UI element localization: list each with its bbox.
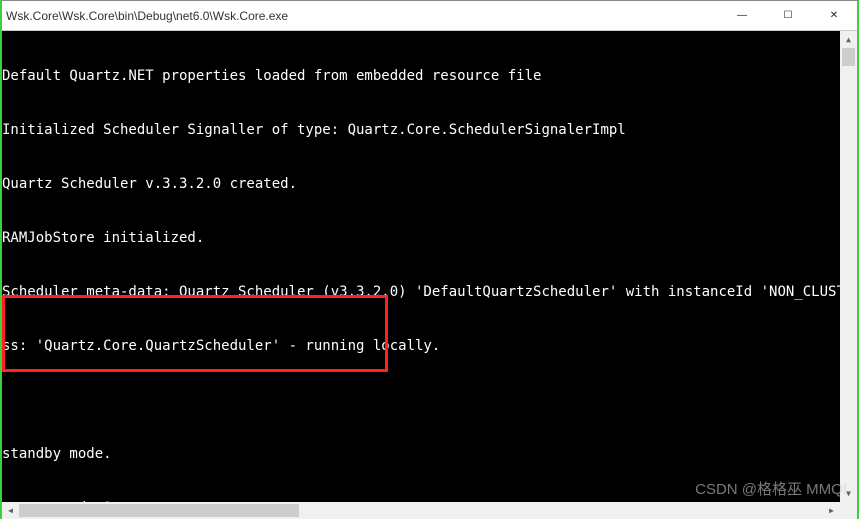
- console-line: [2, 391, 840, 409]
- scroll-track-v[interactable]: [840, 48, 857, 485]
- scrollbar-corner: [840, 502, 857, 519]
- window-title: Wsk.Core\Wsk.Core\bin\Debug\net6.0\Wsk.C…: [2, 9, 719, 23]
- scroll-up-icon[interactable]: ▲: [840, 31, 857, 48]
- console-line: RAMJobStore initialized.: [2, 229, 840, 247]
- console-line: Initialized Scheduler Signaller of type:…: [2, 121, 840, 139]
- maximize-button[interactable]: ☐: [765, 1, 811, 30]
- horizontal-scrollbar[interactable]: ◀ ▶: [2, 502, 840, 519]
- scroll-track-h[interactable]: [19, 502, 823, 519]
- console-line: standby mode.: [2, 445, 840, 463]
- app-window: Wsk.Core\Wsk.Core\bin\Debug\net6.0\Wsk.C…: [0, 0, 859, 519]
- scroll-down-icon[interactable]: ▼: [840, 485, 857, 502]
- highlight-annotation: [2, 295, 388, 372]
- scroll-left-icon[interactable]: ◀: [2, 502, 19, 519]
- scroll-right-icon[interactable]: ▶: [823, 502, 840, 519]
- window-controls: — ☐ ✕: [719, 1, 857, 30]
- titlebar[interactable]: Wsk.Core\Wsk.Core\bin\Debug\net6.0\Wsk.C…: [2, 1, 857, 31]
- console-content: Default Quartz.NET properties loaded fro…: [2, 31, 840, 502]
- console-line: Quartz Scheduler v.3.3.2.0 created.: [2, 175, 840, 193]
- scroll-thumb-h[interactable]: [19, 504, 299, 517]
- scroll-thumb-v[interactable]: [842, 48, 855, 66]
- console-line: ss: 'Quartz.Core.QuartzScheduler' - runn…: [2, 337, 840, 355]
- minimize-button[interactable]: —: [719, 1, 765, 30]
- close-button[interactable]: ✕: [811, 1, 857, 30]
- vertical-scrollbar[interactable]: ▲ ▼: [840, 31, 857, 502]
- console-area[interactable]: Default Quartz.NET properties loaded fro…: [2, 31, 857, 519]
- console-line: Scheduler meta-data: Quartz Scheduler (v…: [2, 283, 840, 301]
- console-line: Default Quartz.NET properties loaded fro…: [2, 67, 840, 85]
